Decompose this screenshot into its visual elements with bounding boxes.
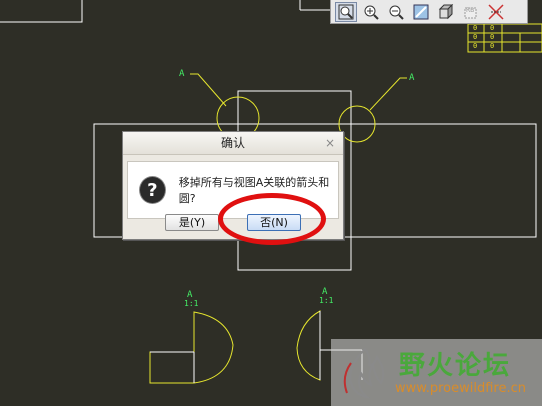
dialog-title-bar[interactable]: 确认 ×: [123, 132, 343, 155]
view-label-right[interactable]: A: [409, 73, 414, 83]
detail-scale-2: 1:1: [319, 296, 334, 305]
view-toolbar: RB: [330, 0, 528, 24]
flame-logo-icon: [343, 347, 385, 399]
zoom-fit-button[interactable]: [335, 1, 357, 22]
zoom-out-icon: [389, 5, 404, 20]
repaint-button[interactable]: [410, 2, 432, 22]
zoom-fit-icon: [338, 4, 354, 19]
table-cell: 0: [490, 24, 495, 32]
detail-scale-1: 1:1: [184, 299, 199, 308]
question-icon: ?: [140, 177, 165, 203]
shading-button[interactable]: [435, 2, 457, 22]
dialog-title: 确认: [220, 136, 245, 150]
table-cell: 0: [490, 33, 495, 41]
rb-label: RB: [466, 7, 474, 14]
leader-left: [190, 73, 227, 107]
title-block-table: [467, 23, 542, 53]
detail-view-1: [149, 311, 234, 384]
zoom-in-icon: [364, 5, 379, 20]
leader-right: [369, 77, 407, 111]
yes-button[interactable]: 是(Y): [165, 214, 219, 231]
watermark: 野火论坛 www.proewildfire.cn: [331, 339, 542, 406]
spin-center-button[interactable]: RB: [460, 2, 482, 22]
view-label-left[interactable]: A: [179, 69, 184, 79]
table-cell: 0: [473, 33, 478, 41]
zoom-out-button[interactable]: [385, 2, 407, 22]
repaint-icon: [413, 4, 429, 19]
table-cell: 0: [490, 42, 495, 50]
table-cell: 0: [473, 42, 478, 50]
datum-display-button[interactable]: [485, 2, 507, 22]
highlight-ring: [218, 193, 326, 245]
watermark-url: www.proewildfire.cn: [395, 381, 526, 396]
datum-display-icon: [488, 3, 504, 20]
watermark-title: 野火论坛: [399, 351, 512, 381]
close-icon[interactable]: ×: [325, 132, 335, 154]
sheet-border-top-left: [0, 0, 83, 23]
table-cell: 0: [473, 24, 478, 32]
shading-icon: [438, 3, 454, 19]
zoom-in-button[interactable]: [360, 2, 382, 22]
spin-center-icon: RB: [464, 7, 477, 18]
